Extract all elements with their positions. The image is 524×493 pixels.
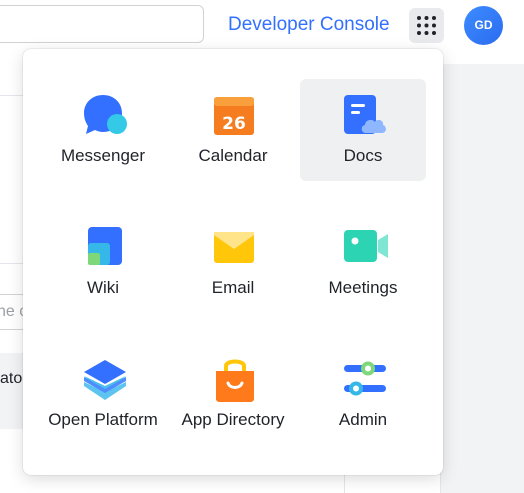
background-panel	[440, 64, 524, 493]
docs-icon	[344, 95, 386, 134]
app-tile-admin[interactable]: Admin	[300, 343, 426, 445]
app-label: Meetings	[328, 278, 398, 297]
app-launcher-popup: Messenger 26 Calendar Docs Wiki Email Me…	[23, 49, 443, 475]
app-launcher-button[interactable]	[409, 8, 444, 43]
app-label: Admin	[338, 410, 388, 429]
calendar-icon: 26	[214, 97, 254, 135]
app-directory-icon	[216, 359, 254, 402]
app-tile-messenger[interactable]: Messenger	[40, 79, 166, 181]
messenger-icon	[84, 95, 127, 134]
avatar[interactable]: GD	[464, 6, 503, 45]
developer-console-link[interactable]: Developer Console	[228, 14, 390, 36]
app-tile-app-directory[interactable]: App Directory	[170, 343, 296, 445]
calendar-date: 26	[222, 114, 246, 134]
app-tile-open-platform[interactable]: Open Platform	[40, 343, 166, 445]
search-input[interactable]	[0, 5, 204, 43]
email-icon	[214, 232, 254, 263]
app-tile-docs[interactable]: Docs	[300, 79, 426, 181]
wiki-icon	[88, 227, 122, 265]
app-tile-meetings[interactable]: Meetings	[300, 211, 426, 313]
app-label: Docs	[343, 146, 383, 165]
app-tile-wiki[interactable]: Wiki	[40, 211, 166, 313]
meetings-icon	[344, 230, 388, 262]
app-tile-email[interactable]: Email	[170, 211, 296, 313]
app-tile-calendar[interactable]: 26 Calendar	[170, 79, 296, 181]
grid-icon	[417, 16, 436, 35]
open-platform-icon	[84, 360, 126, 400]
top-bar: Developer Console GD	[0, 0, 524, 50]
admin-icon	[344, 361, 386, 396]
